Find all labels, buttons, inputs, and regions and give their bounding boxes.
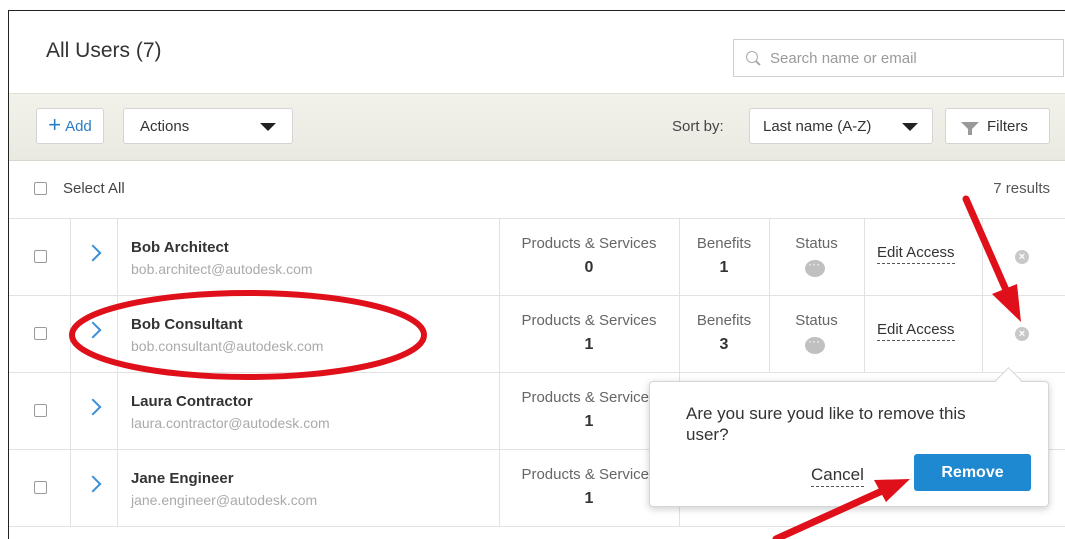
arrow-shaft	[962, 195, 1010, 294]
arrow-head	[992, 284, 1021, 322]
arrow-shaft	[772, 487, 886, 539]
highlight-ellipse	[69, 290, 427, 380]
annotation-overlay	[69, 195, 1021, 539]
